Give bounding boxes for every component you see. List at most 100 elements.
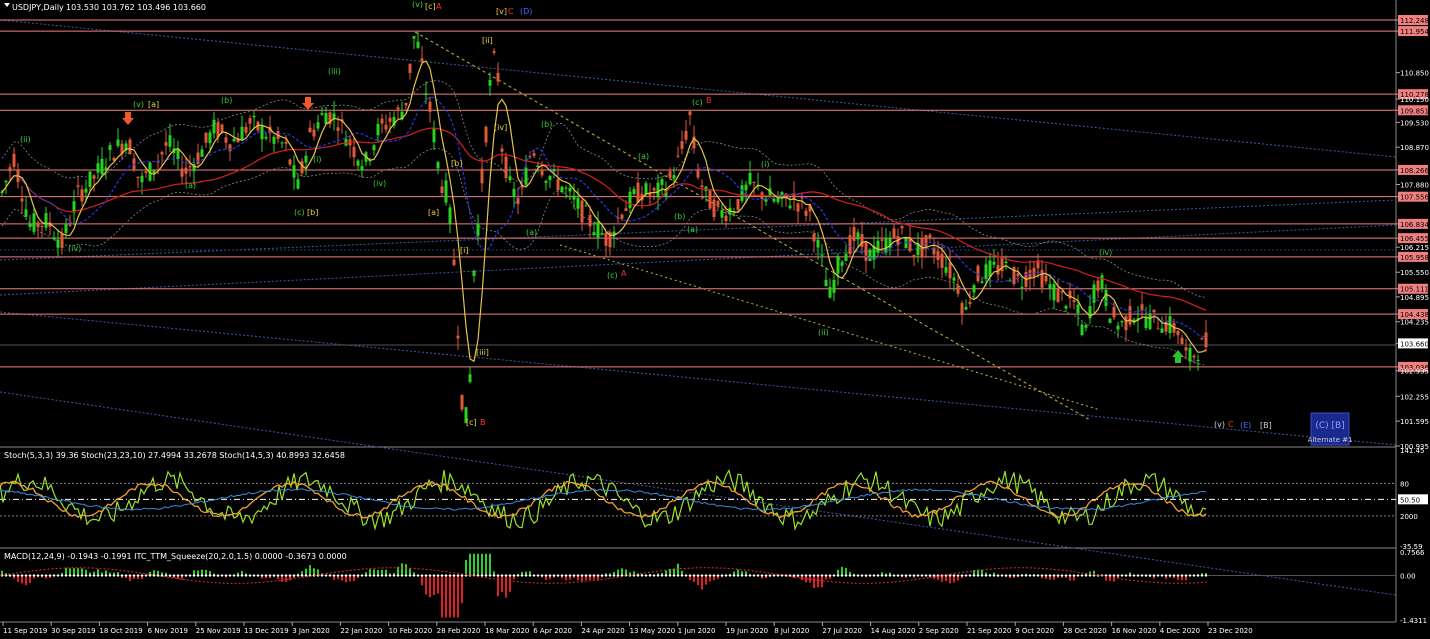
wave-label-green: (iv) (373, 179, 386, 188)
squeeze-dot (1205, 574, 1207, 577)
macd-histogram-bar (845, 568, 847, 576)
squeeze-dot (813, 574, 815, 577)
squeeze-dot (1169, 574, 1171, 577)
squeeze-dot (557, 574, 559, 577)
candle-body (488, 79, 492, 86)
candle-body (292, 165, 296, 178)
squeeze-dot (741, 574, 743, 577)
alternate-caption: Alternate #1 (1308, 436, 1353, 444)
squeeze-dot (121, 574, 123, 577)
candle-body (456, 335, 460, 339)
wave-label-red: A (621, 269, 627, 278)
macd-histogram-bar (429, 575, 431, 598)
macd-histogram-bar (697, 575, 699, 586)
macd-axis-label: 0.00 (1400, 573, 1416, 581)
candle-body (744, 184, 748, 191)
squeeze-dot (1057, 574, 1059, 577)
wave-label-red: C (1228, 420, 1234, 429)
squeeze-dot (385, 574, 387, 577)
squeeze-dot (517, 574, 519, 577)
candle-body (296, 179, 300, 189)
wave-label-green: (b) (541, 120, 552, 129)
squeeze-dot (685, 574, 687, 577)
squeeze-dot (281, 574, 283, 577)
x-axis-tick-label: 11 Sep 2019 (3, 627, 47, 635)
price-level-badge-label: 109.851 (1400, 107, 1429, 115)
x-axis-tick-label: 1 Jun 2020 (678, 627, 716, 635)
alternate-label: (C) [B] (1315, 421, 1344, 431)
squeeze-dot (1045, 574, 1047, 577)
squeeze-dot (817, 574, 819, 577)
y-axis-tick-label: 102.255 (1400, 393, 1429, 401)
price-level-badge-label: 112.248 (1400, 17, 1429, 25)
squeeze-dot (133, 574, 135, 577)
x-axis-tick-label: 8 Jul 2020 (774, 627, 809, 635)
candle-body (180, 168, 184, 177)
squeeze-dot (289, 574, 291, 577)
squeeze-dot (433, 574, 435, 577)
squeeze-dot (233, 574, 235, 577)
candle-body (1152, 309, 1156, 313)
squeeze-dot (213, 574, 215, 577)
squeeze-dot (357, 574, 359, 577)
x-axis-tick-label: 2 Sep 2020 (919, 627, 959, 635)
candle-body (1128, 306, 1132, 325)
candle-body (1072, 300, 1076, 303)
squeeze-dot (77, 574, 79, 577)
squeeze-dot (441, 574, 443, 577)
candle-body (404, 102, 408, 106)
squeeze-dot (549, 574, 551, 577)
wave-label-green: (iii) (328, 67, 341, 76)
squeeze-dot (153, 574, 155, 577)
squeeze-dot (1037, 574, 1039, 577)
candle-body (856, 232, 860, 240)
squeeze-dot (93, 574, 95, 577)
candle-body (848, 235, 852, 255)
x-axis-tick-label: 6 Nov 2019 (148, 627, 188, 635)
squeeze-dot (61, 574, 63, 577)
candle-body (436, 161, 440, 169)
macd-histogram-bar (477, 553, 479, 576)
y-axis-tick-label: 104.235 (1400, 319, 1429, 327)
candle-body (1064, 306, 1068, 309)
candle-body (572, 195, 576, 200)
candle-body (188, 166, 192, 168)
candle-body (1044, 275, 1048, 282)
candle-body (500, 148, 504, 152)
squeeze-dot (973, 574, 975, 577)
squeeze-dot (421, 574, 423, 577)
squeeze-dot (157, 574, 159, 577)
trading-chart[interactable]: (ii)(iv)(v)(a)(b)(iii)(iv)(v)(a)(b)(a)(b… (0, 0, 1430, 639)
wave-label-red: B (706, 96, 712, 105)
macd-histogram-bar (473, 553, 475, 576)
macd-histogram-bar (841, 566, 843, 576)
candle-body (184, 167, 188, 174)
squeeze-dot (241, 574, 243, 577)
price-level-badge-label: 106.455 (1400, 235, 1429, 243)
candle-body (168, 135, 172, 147)
x-axis-tick-label: 28 Feb 2020 (437, 627, 481, 635)
squeeze-dot (189, 574, 191, 577)
squeeze-dot (849, 574, 851, 577)
squeeze-dot (669, 574, 671, 577)
candle-body (832, 279, 836, 293)
x-axis-tick-label: 25 Nov 2019 (196, 627, 241, 635)
squeeze-dot (1021, 574, 1023, 577)
candle-body (932, 248, 936, 255)
squeeze-dot (1165, 574, 1167, 577)
macd-histogram-bar (701, 575, 703, 590)
candle-body (548, 175, 552, 181)
candle-body (1192, 355, 1196, 358)
macd-histogram-bar (953, 575, 955, 583)
candle-body (440, 186, 444, 193)
squeeze-dot (1145, 574, 1147, 577)
squeeze-dot (1173, 574, 1175, 577)
squeeze-dot (1085, 574, 1087, 577)
squeeze-dot (553, 574, 555, 577)
squeeze-dot (989, 574, 991, 577)
candle-body (280, 142, 284, 144)
squeeze-dot (665, 574, 667, 577)
candle-body (1112, 306, 1116, 318)
wave-label-green: (a) (526, 228, 537, 237)
stoch-axis-label: 2000 (1400, 513, 1418, 521)
